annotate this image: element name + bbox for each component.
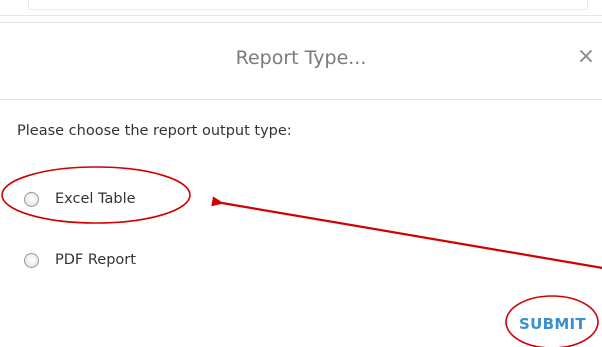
radio-label-pdf[interactable]: PDF Report	[55, 252, 136, 268]
annotation-arrow	[211, 196, 602, 269]
radio-label-excel[interactable]: Excel Table	[55, 191, 136, 207]
prompt-text: Please choose the report output type:	[17, 123, 292, 139]
close-icon[interactable]: ×	[576, 45, 596, 69]
background-panel	[0, 0, 602, 16]
background-panel-frame	[28, 0, 588, 10]
radio-option-excel[interactable]: Excel Table	[24, 188, 136, 210]
radio-button-excel[interactable]	[24, 191, 39, 207]
screenshot-stage: Report Type... × Please choose the repor…	[0, 0, 602, 347]
radio-option-pdf[interactable]: PDF Report	[24, 249, 136, 271]
submit-button[interactable]: SUBMIT	[519, 309, 586, 339]
modal-header: Report Type... ×	[0, 22, 602, 100]
modal-title: Report Type...	[235, 47, 367, 69]
radio-button-pdf[interactable]	[24, 252, 39, 268]
